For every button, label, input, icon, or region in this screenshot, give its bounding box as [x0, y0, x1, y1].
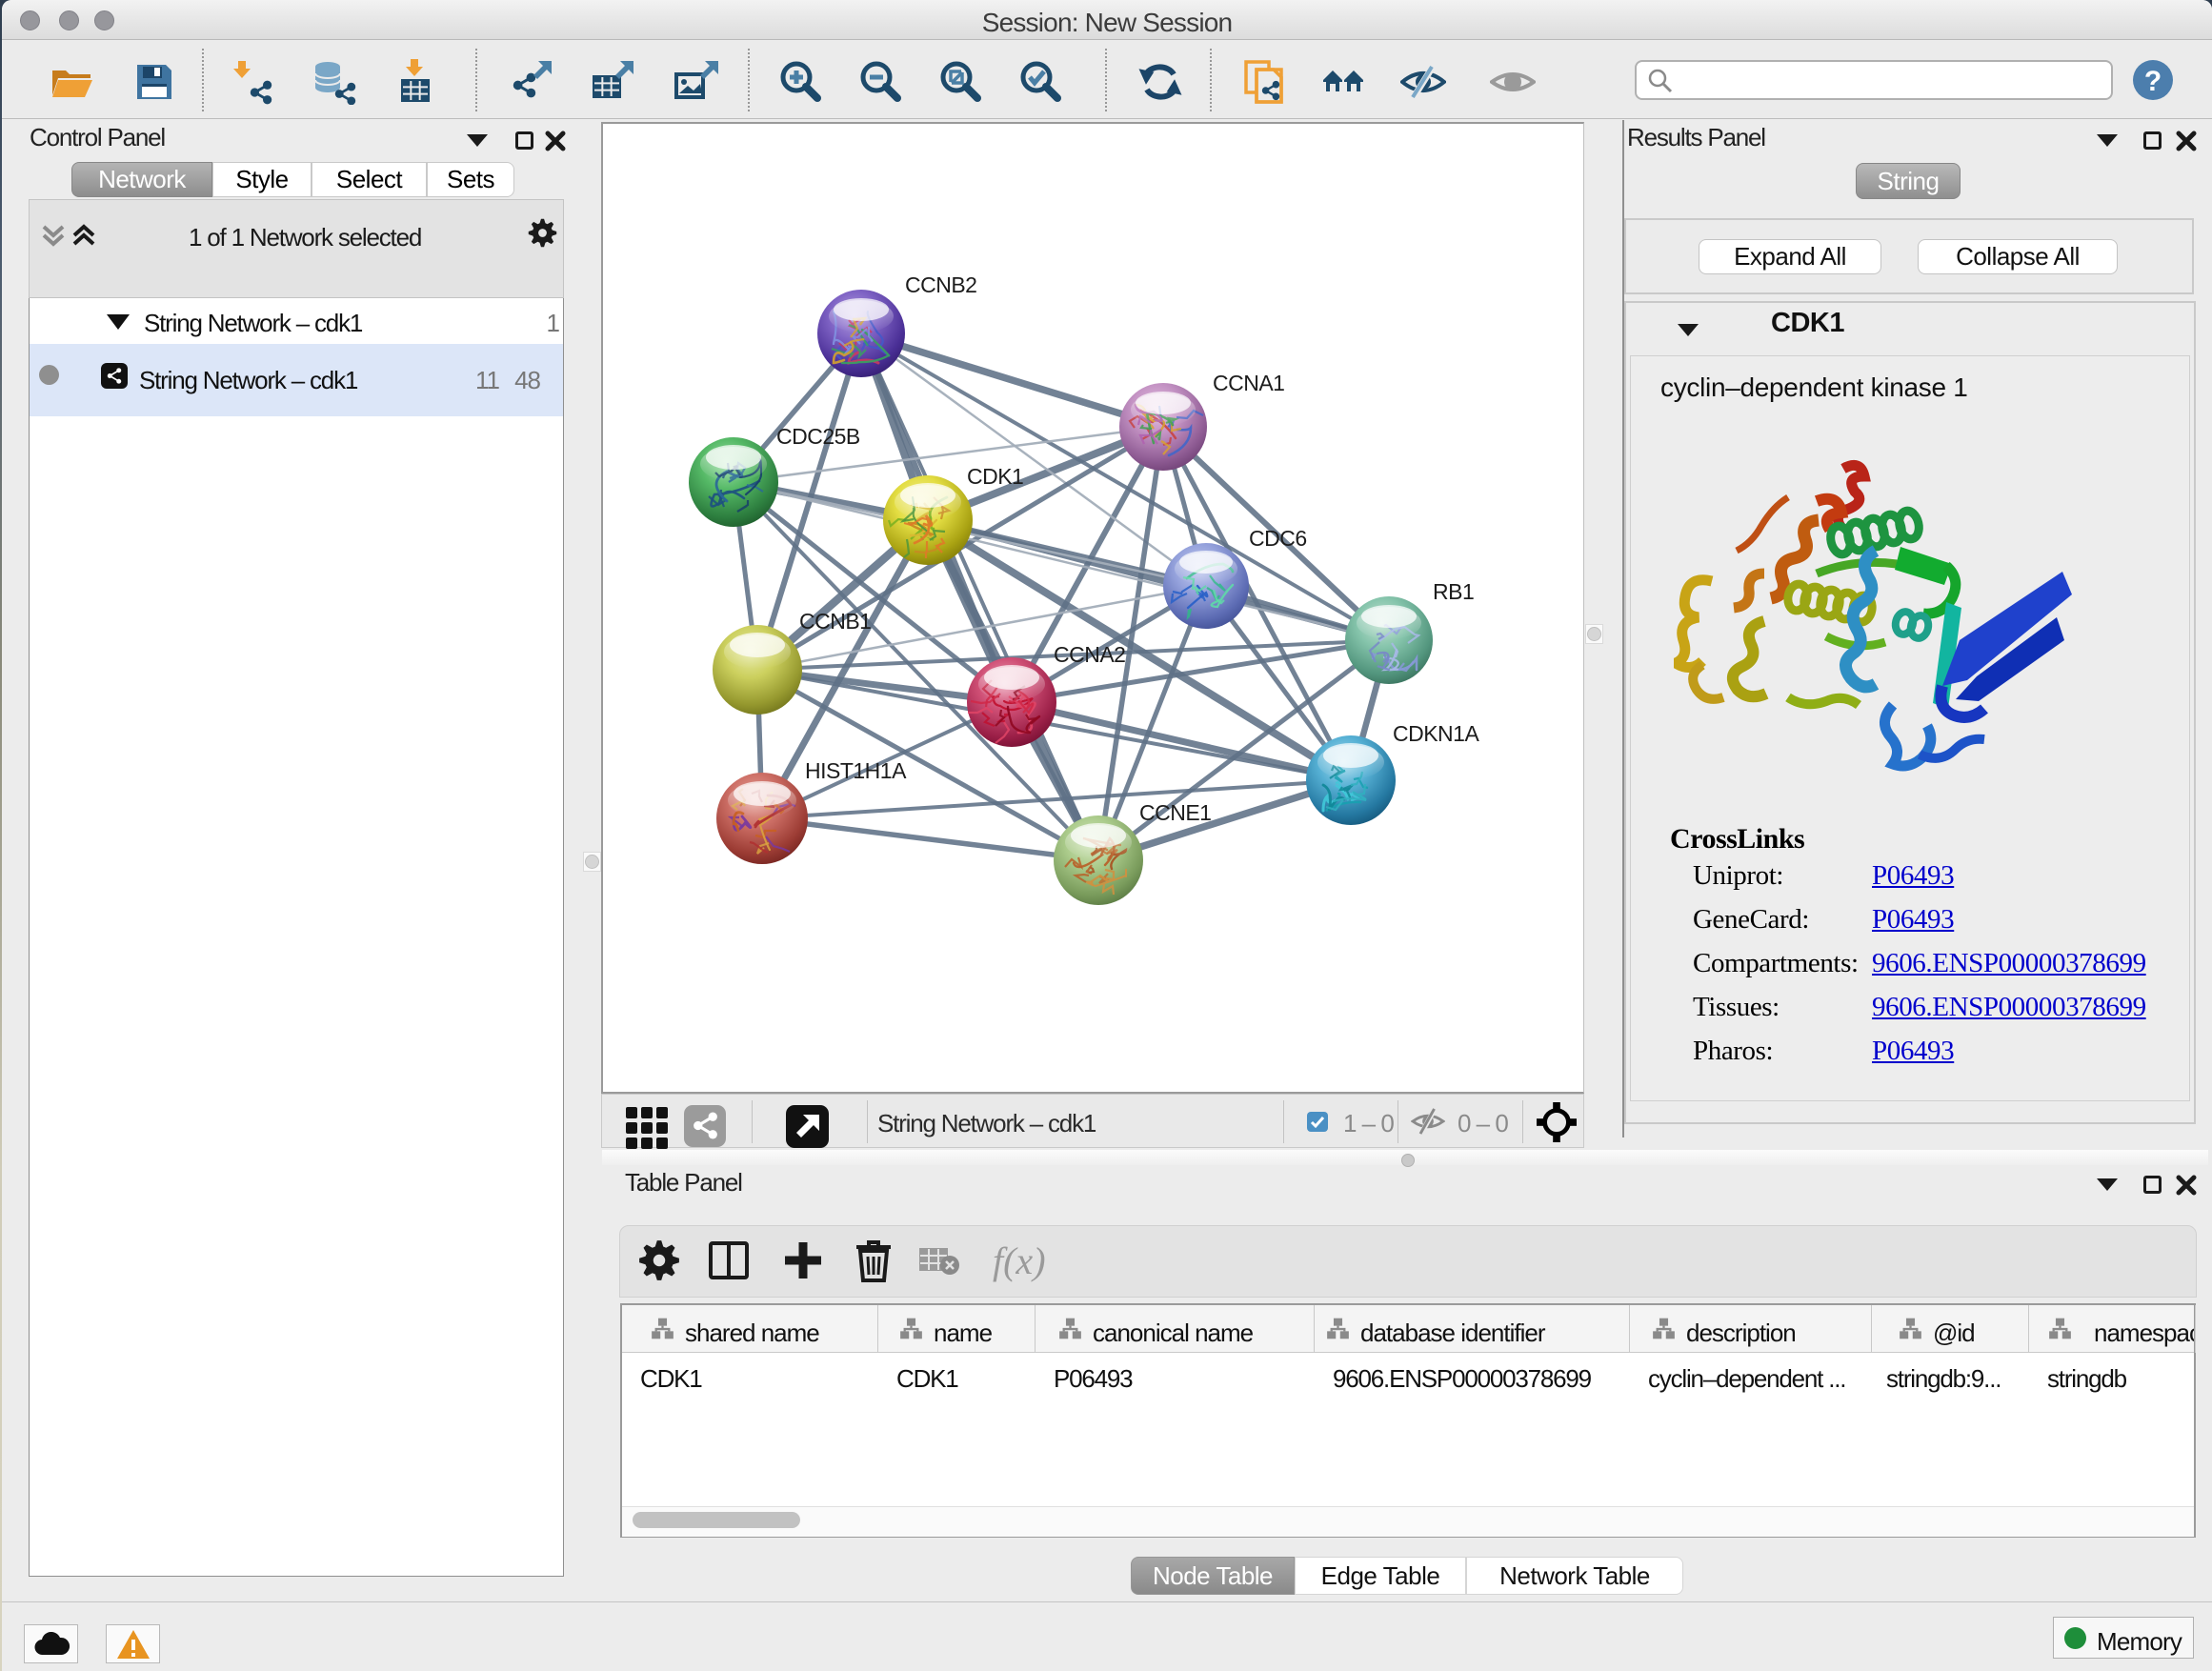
svg-text:CDC25B: CDC25B [776, 424, 860, 449]
svg-text:CDC6: CDC6 [1249, 526, 1307, 551]
svg-text:CCNE1: CCNE1 [1139, 800, 1211, 825]
svg-text:CCNB1: CCNB1 [799, 609, 871, 634]
svg-text:HIST1H1A: HIST1H1A [805, 758, 907, 783]
svg-text:CCNB2: CCNB2 [905, 272, 976, 297]
svg-text:CDKN1A: CDKN1A [1393, 721, 1479, 746]
svg-text:CCNA2: CCNA2 [1054, 642, 1125, 667]
svg-text:?: ? [2144, 66, 2162, 97]
svg-text:CDK1: CDK1 [967, 464, 1023, 489]
svg-text:CCNA1: CCNA1 [1213, 371, 1284, 395]
svg-text:RB1: RB1 [1433, 579, 1474, 604]
